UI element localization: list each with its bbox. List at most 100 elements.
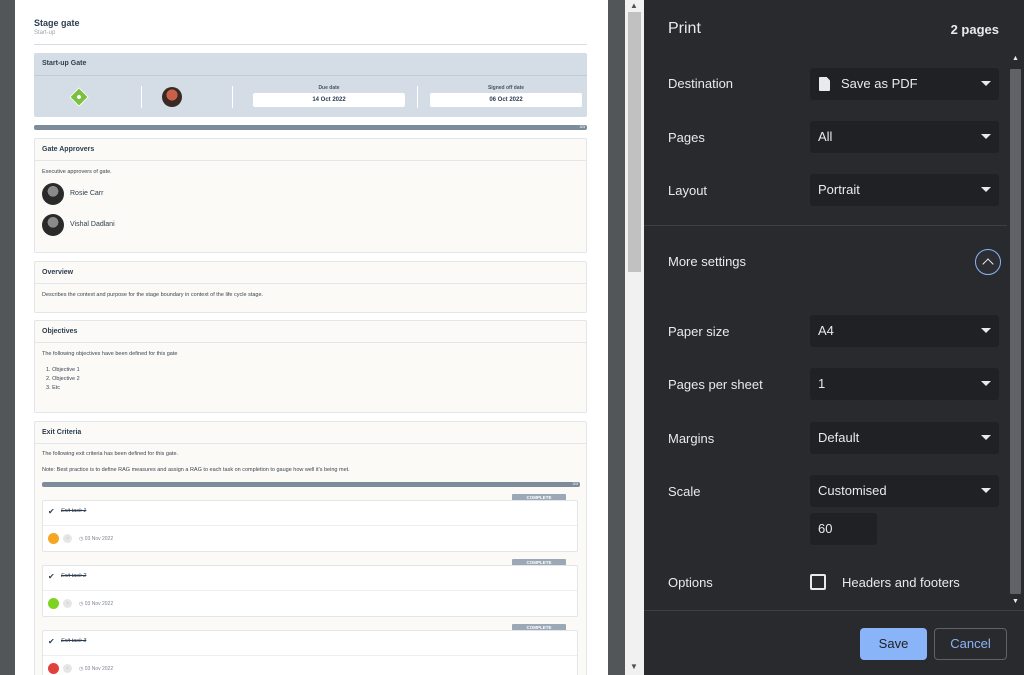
page-count: 2 pages [950,22,999,37]
scale-label: Scale [668,484,701,499]
avatar: ○ [63,664,72,673]
exit-criteria-intro: The following exit criteria has been def… [42,451,179,457]
paper-size-select[interactable]: A4 [810,315,999,347]
scale-select[interactable]: Customised [810,475,999,507]
signed-off-value: 06 Oct 2022 [430,93,582,107]
gate-status-icon [69,87,89,107]
task-date: ◷ 03 Nov 2022 [79,666,114,672]
divider [34,44,587,45]
doc-title: Stage gate [34,18,80,28]
exit-progress-bar: 3/3 [42,481,580,487]
headers-footers-label[interactable]: Headers and footers [842,575,960,590]
paper-size-value: A4 [818,323,834,338]
divider [232,86,233,108]
settings-scrollbar[interactable]: ▲ ▼ [1007,37,1024,610]
layout-select[interactable]: Portrait [810,174,999,206]
print-settings-panel: Print 2 pages Destination Save as PDF Pa… [644,0,1024,675]
task-date: ◷ 03 Nov 2022 [79,536,114,542]
pages-value: All [818,129,833,144]
objectives-intro: The following objectives have been defin… [42,351,178,357]
signed-off-label: Signed off date [487,85,525,91]
task-item: ✔ Exit task 3 ○ ◷ 03 Nov 2022 [42,630,578,675]
scale-input[interactable]: 60 [810,513,877,545]
avatar [42,214,64,236]
check-icon: ✔ [48,637,55,646]
layout-label: Layout [668,183,708,198]
pages-per-sheet-value: 1 [818,376,826,391]
divider [417,86,418,108]
task-name: Exit task 3 [61,638,87,644]
overview-heading: Overview [35,262,586,284]
rag-indicator [48,533,59,544]
rag-indicator [48,598,59,609]
pages-per-sheet-select[interactable]: 1 [810,368,999,400]
due-date-label: Due date [318,85,340,91]
print-preview-area: Stage gate Start-up Start-up Gate Due da… [0,0,625,675]
margins-select[interactable]: Default [810,422,999,454]
scale-value: Customised [818,483,887,498]
divider [43,655,577,656]
file-icon [819,77,830,91]
approver-name: Rosie Carr [70,190,104,197]
layout-value: Portrait [818,182,860,197]
objective-item: 1. Objective 1 [46,367,80,373]
approvers-description: Executive approvers of gate. [42,169,112,175]
rag-indicator [48,663,59,674]
divider [34,75,587,76]
cancel-button[interactable]: Cancel [934,628,1007,660]
destination-label: Destination [668,76,734,91]
dropdown-arrow-icon [981,381,991,386]
dropdown-arrow-icon [981,435,991,440]
doc-subtitle: Start-up [34,30,56,36]
scroll-up-icon[interactable]: ▲ [630,1,638,10]
collapse-more-settings-button[interactable] [975,249,1001,275]
paper-size-label: Paper size [668,324,730,339]
check-icon: ✔ [48,572,55,581]
pages-label: Pages [668,130,705,145]
approver-name: Vishal Dadlani [70,221,115,228]
dropdown-arrow-icon [981,81,991,86]
headers-footers-checkbox[interactable] [810,574,826,590]
gate-progress-label: 3/3 [579,124,585,129]
dialog-footer: Save Cancel [644,610,1024,675]
due-date-value: 14 Oct 2022 [253,93,405,107]
destination-select[interactable]: Save as PDF [810,68,999,100]
divider [43,525,577,526]
exit-progress-label: 3/3 [572,481,578,486]
scroll-up-icon[interactable]: ▲ [1012,55,1019,62]
print-title: Print [668,20,701,37]
scroll-down-icon[interactable]: ▼ [1012,598,1019,605]
preview-page: Stage gate Start-up Start-up Gate Due da… [15,0,608,675]
scroll-down-icon[interactable]: ▼ [630,662,638,671]
approvers-heading: Gate Approvers [35,139,586,161]
task-name: Exit task 1 [61,508,87,514]
save-button[interactable]: Save [860,628,927,660]
dropdown-arrow-icon [981,328,991,333]
divider [43,590,577,591]
gate-panel: Start-up Gate Due date 14 Oct 2022 Signe… [34,53,587,117]
task-item: ✔ Exit task 2 ○ ◷ 03 Nov 2022 [42,565,578,617]
task-item: ✔ Exit task 1 ○ ◷ 03 Nov 2022 [42,500,578,552]
settings-scrollbar-thumb[interactable] [1010,69,1021,594]
avatar: ○ [63,534,72,543]
preview-scrollbar[interactable]: ▲ ▼ [625,0,644,675]
task-name: Exit task 2 [61,573,87,579]
more-settings-label[interactable]: More settings [668,254,746,269]
margins-label: Margins [668,431,715,446]
dropdown-arrow-icon [981,134,991,139]
avatar: ○ [63,599,72,608]
divider [644,225,1007,226]
preview-scrollbar-thumb[interactable] [628,12,641,272]
gate-owner-avatar [162,87,182,107]
avatar [42,183,64,205]
check-icon: ✔ [48,507,55,516]
exit-criteria-card: Exit Criteria The following exit criteri… [34,421,587,675]
task-date: ◷ 03 Nov 2022 [79,601,114,607]
destination-value: Save as PDF [841,76,918,91]
objective-item: 2. Objective 2 [46,376,80,382]
pages-select[interactable]: All [810,121,999,153]
overview-card: Overview Describes the context and purpo… [34,261,587,313]
objectives-heading: Objectives [35,321,586,343]
gate-progress-bar: 3/3 [34,124,587,130]
dropdown-arrow-icon [981,488,991,493]
